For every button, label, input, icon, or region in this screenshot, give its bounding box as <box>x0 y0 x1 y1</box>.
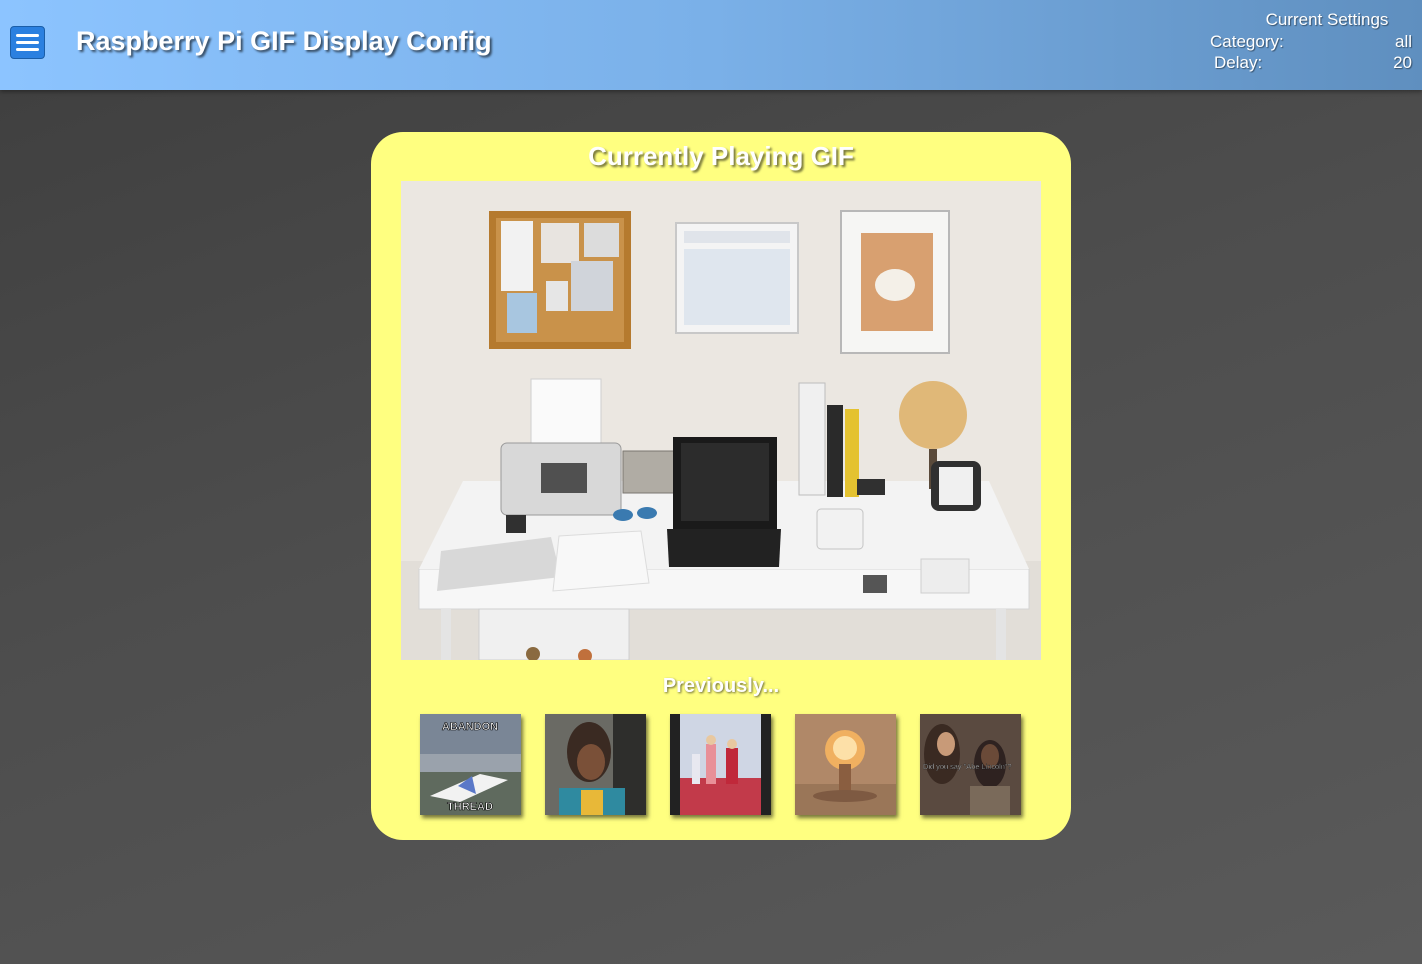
thumbnail-top-caption: ABANDON <box>442 721 498 733</box>
previous-gif-thumbnail-5[interactable]: Did you say "Abe Lincoln"? <box>920 714 1021 815</box>
settings-title: Current Settings <box>1265 10 1389 29</box>
menu-line <box>16 48 39 51</box>
previous-gif-thumbnail-4[interactable] <box>795 714 896 815</box>
app-title: Raspberry Pi GIF Display Config <box>76 26 492 56</box>
previous-gif-thumbnail-3[interactable] <box>670 714 771 815</box>
current-settings-panel: Current Settings Category: all Delay: 20 <box>1210 9 1412 73</box>
hamburger-menu-icon[interactable] <box>10 26 45 59</box>
surprised-woman-thumbnail <box>545 714 646 815</box>
category-value: all <box>1394 32 1412 51</box>
abe-lincoln-thumbnail: Did you say "Abe Lincoln"? <box>920 714 1021 815</box>
delay-setting-row: Delay: 20 <box>1210 52 1412 73</box>
gym-scene-thumbnail <box>670 714 771 815</box>
currently-playing-title: Currently Playing GIF <box>588 141 854 171</box>
app-header: Raspberry Pi GIF Display Config Current … <box>0 0 1422 90</box>
menu-line <box>16 34 39 37</box>
plane-crash-thumbnail: ABANDON THREAD <box>420 714 521 815</box>
previously-label: Previously... <box>662 675 780 697</box>
explosion-thumbnail <box>795 714 896 815</box>
gif-player-card: Currently Playing GIF Previously... ABAN… <box>371 132 1071 840</box>
office-desk-illustration <box>401 181 1041 660</box>
delay-label: Delay: <box>1214 53 1263 72</box>
menu-line <box>16 41 39 44</box>
category-label: Category: <box>1210 32 1284 51</box>
category-setting-row: Category: all <box>1210 31 1412 52</box>
previous-gif-thumbnail-1[interactable]: ABANDON THREAD <box>420 714 521 815</box>
previous-gif-thumbnail-2[interactable] <box>545 714 646 815</box>
thumbnail-bottom-caption: THREAD <box>447 801 493 813</box>
current-gif-image <box>401 181 1041 660</box>
thumbnail-caption: Did you say "Abe Lincoln"? <box>923 762 1012 771</box>
delay-value: 20 <box>1393 53 1412 72</box>
